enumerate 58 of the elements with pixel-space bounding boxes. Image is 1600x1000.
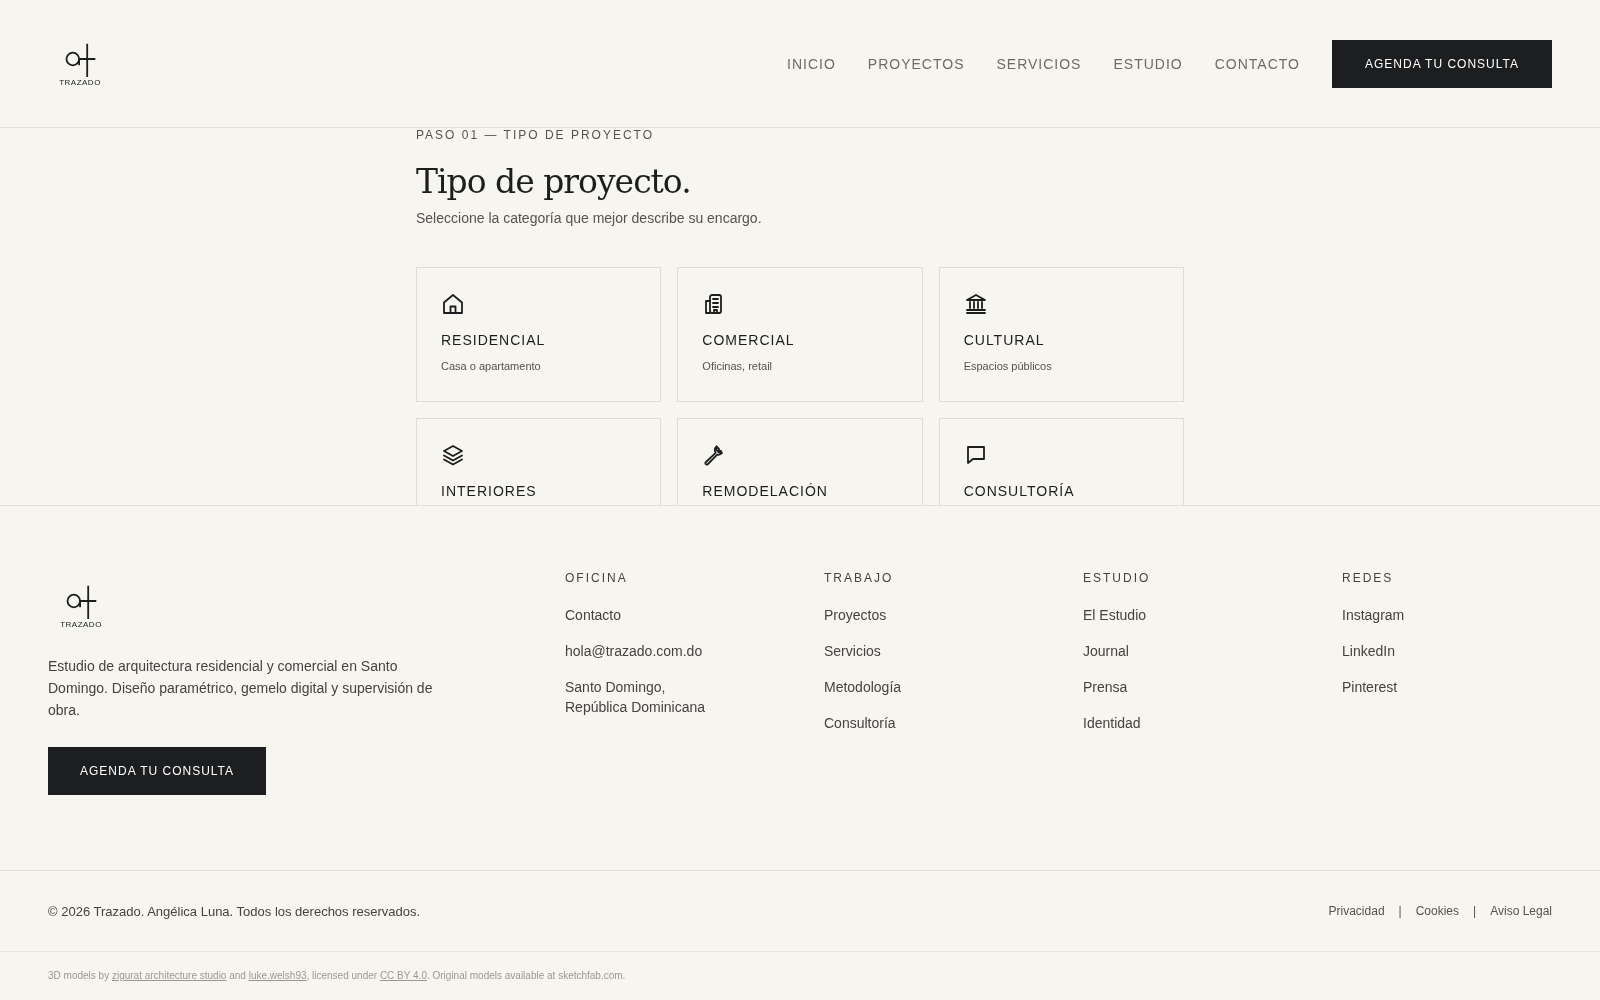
card-description: Oficinas, retail — [702, 360, 774, 372]
card-title: INTERIORES — [441, 483, 538, 499]
credits-text: 3D models by zigurat architecture studio and luke.welsh93, licensed under CC BY 4.0. Original models available at sketchfab.com. — [48, 970, 627, 981]
step-label: PASO 01 — TIPO DE PROYECTO — [416, 128, 656, 142]
footer-link[interactable]: Journal — [1083, 641, 1233, 661]
logo[interactable]: TRAZADO — [58, 40, 102, 87]
footer-link[interactable]: El Estudio — [1083, 605, 1233, 625]
project-type-card[interactable]: REMODELACIÓN — [677, 418, 923, 505]
footer-link[interactable]: Proyectos — [824, 605, 974, 625]
footer-heading: REDES — [1342, 571, 1394, 585]
footer-link[interactable]: Identidad — [1083, 713, 1233, 733]
page-title: Tipo de proyecto. — [416, 162, 692, 202]
card-description: Casa o apartamento — [441, 360, 542, 372]
footer-link[interactable]: hola@trazado.com.do — [565, 641, 715, 661]
project-type-card[interactable]: INTERIORES — [416, 418, 662, 505]
logo[interactable]: TRAZADO — [59, 583, 103, 629]
footer-heading: ESTUDIO — [1083, 571, 1151, 585]
consultation-button[interactable]: AGENDA TU CONSULTA — [48, 747, 267, 795]
consultation-button[interactable]: AGENDA TU CONSULTA — [1331, 39, 1552, 88]
project-type-card[interactable]: CULTURAL Espacios públicos — [938, 267, 1184, 402]
card-title: REMODELACIÓN — [702, 483, 829, 499]
footer-link[interactable]: LinkedIn — [1342, 641, 1492, 661]
separator: | — [1473, 904, 1477, 918]
card-title: COMERCIAL — [702, 332, 796, 348]
columns-icon — [963, 292, 988, 316]
card-description: Espacios públicos — [963, 360, 1053, 372]
footer-link[interactable]: Contacto — [565, 605, 715, 625]
legal-link[interactable]: Cookies — [1415, 904, 1460, 918]
footer-link[interactable]: Servicios — [824, 641, 974, 661]
nav-link[interactable]: INICIO — [787, 55, 836, 72]
logo-text: TRAZADO — [60, 620, 102, 629]
studio-description: Estudio de arquitectura residencial y comercial en Santo Domingo. Diseño paramétrico, gemelo digital y supervisión de obra. — [48, 657, 434, 720]
legal-link[interactable]: Privacidad — [1328, 904, 1385, 918]
project-type-card[interactable]: CONSULTORÍA — [938, 418, 1184, 505]
footer-link[interactable]: Prensa — [1083, 677, 1233, 697]
card-title: CULTURAL — [963, 332, 1046, 348]
copyright-text: © 2026 Trazado. Angélica Luna. Todos los derechos reservados. — [48, 903, 421, 919]
nav-link[interactable]: ESTUDIO — [1113, 55, 1183, 72]
legal-link[interactable]: Aviso Legal — [1490, 904, 1552, 918]
card-title: RESIDENCIAL — [441, 332, 547, 348]
house-icon — [441, 292, 465, 316]
nav-link[interactable]: PROYECTOS — [867, 55, 965, 72]
card-title: CONSULTORÍA — [963, 483, 1076, 499]
footer-link[interactable]: Santo Domingo, República Dominicana — [565, 677, 715, 717]
footer-link[interactable]: Consultoría — [824, 713, 974, 733]
nav-link[interactable]: CONTACTO — [1214, 55, 1300, 72]
footer-heading: TRABAJO — [824, 571, 894, 585]
footer-link[interactable]: Instagram — [1342, 605, 1492, 625]
footer-link[interactable]: Metodología — [824, 677, 974, 697]
separator: | — [1398, 904, 1402, 918]
logo-text: TRAZADO — [59, 77, 101, 87]
page-subtitle: Seleccione la categoría que mejor describe su encargo. — [416, 210, 763, 226]
footer-heading: OFICINA — [565, 571, 628, 585]
layers-icon — [441, 443, 465, 467]
nav-link[interactable]: SERVICIOS — [996, 55, 1082, 72]
project-type-card[interactable]: COMERCIAL Oficinas, retail — [677, 267, 923, 402]
project-type-card[interactable]: RESIDENCIAL Casa o apartamento — [416, 267, 662, 402]
footer-link[interactable]: Pinterest — [1342, 677, 1492, 697]
